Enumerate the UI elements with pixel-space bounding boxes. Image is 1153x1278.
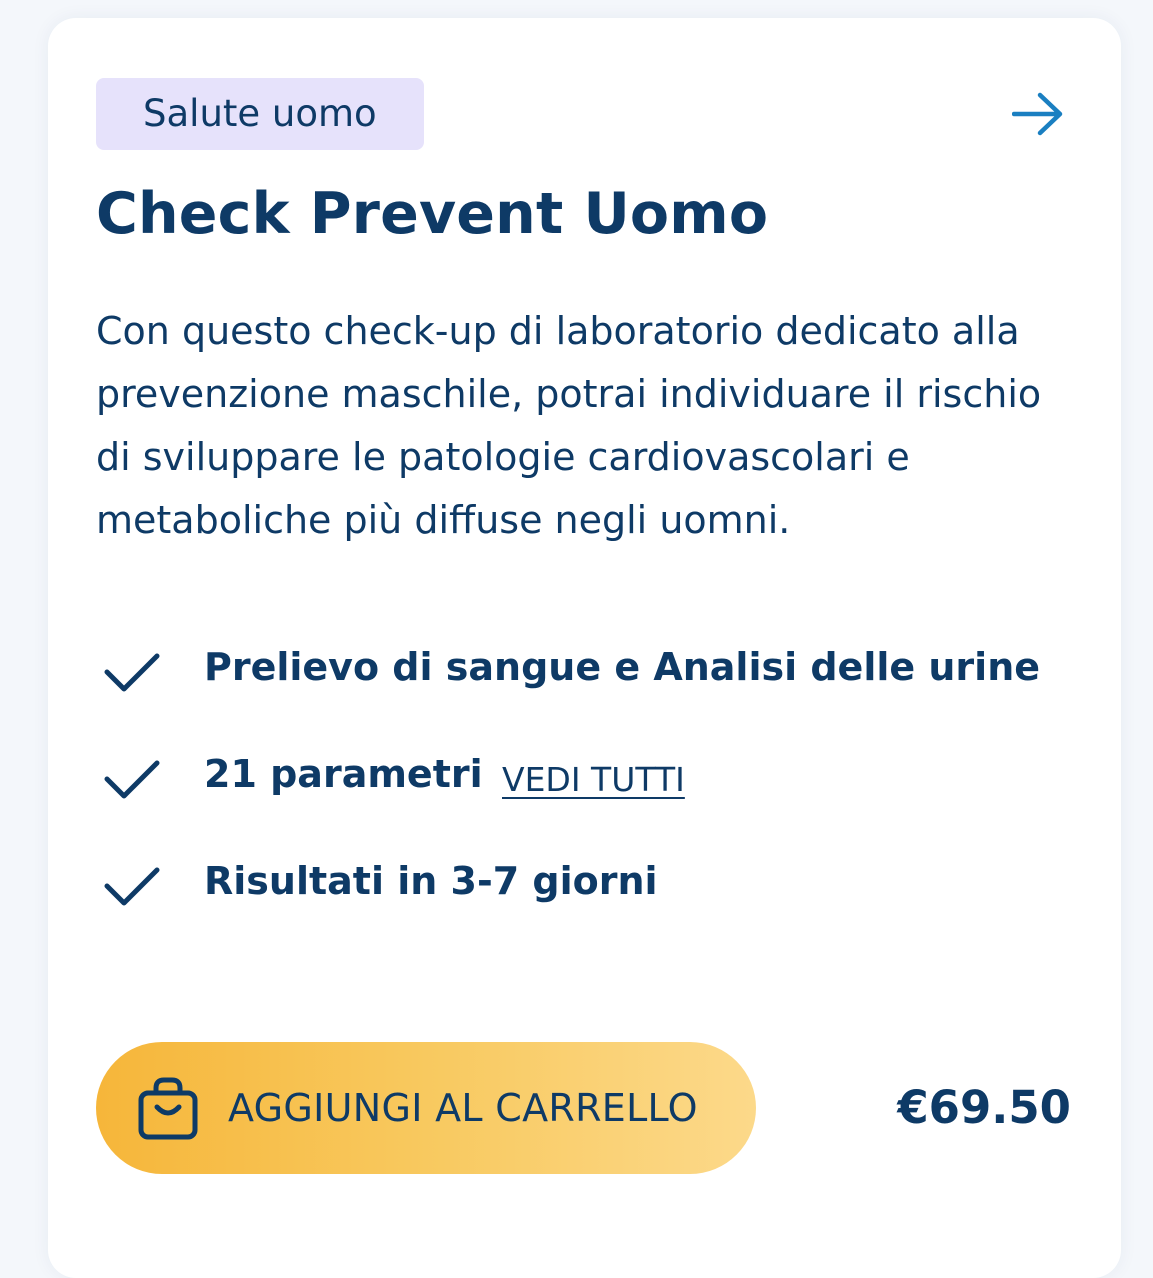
feature-list: Prelievo di sangue e Analisi delle urine…: [96, 618, 1086, 939]
feature-item: Risultati in 3-7 giorni: [96, 832, 1086, 939]
feature-text: Risultati in 3-7 giorni: [204, 859, 658, 903]
shopping-bag-icon: [138, 1077, 198, 1140]
add-to-cart-label: AGGIUNGI AL CARRELLO: [228, 1086, 698, 1130]
feature-text: 21 parametri: [204, 752, 483, 796]
open-details-link[interactable]: [1008, 84, 1068, 144]
product-card: Salute uomo Check Prevent Uomo Con quest…: [48, 18, 1121, 1278]
checkmark-icon: [104, 653, 160, 692]
checkmark-icon: [104, 867, 160, 906]
product-description: Con questo check-up di laboratorio dedic…: [96, 309, 1042, 542]
feature-text: Prelievo di sangue e Analisi delle urine: [204, 645, 1041, 689]
price: €69.50: [897, 1081, 1071, 1134]
category-badge: Salute uomo: [96, 78, 424, 150]
add-to-cart-button[interactable]: AGGIUNGI AL CARRELLO: [96, 1042, 756, 1174]
product-title: Check Prevent Uomo: [96, 181, 769, 247]
arrow-right-icon: [1012, 92, 1063, 136]
feature-item: 21 parametri VEDI TUTTI: [96, 725, 1086, 832]
see-all-parameters-link[interactable]: VEDI TUTTI: [502, 755, 685, 805]
checkmark-icon: [104, 760, 160, 799]
feature-item: Prelievo di sangue e Analisi delle urine: [96, 618, 1086, 725]
